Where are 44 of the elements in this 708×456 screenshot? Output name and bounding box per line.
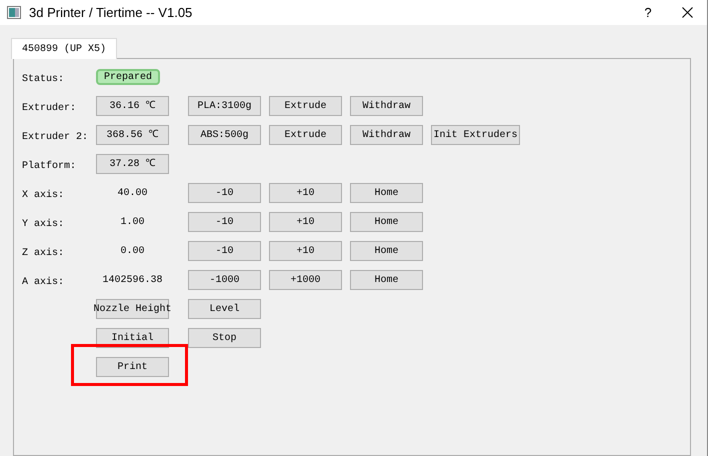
action-button[interactable]: Home [350, 241, 423, 261]
action-button[interactable]: Extrude [269, 96, 342, 116]
field-label: Extruder 2: [22, 132, 88, 143]
action-button[interactable]: Level [188, 299, 261, 319]
field-label: Y axis: [22, 219, 64, 230]
action-button[interactable]: -10 [188, 183, 261, 203]
axis-position: 1402596.38 [102, 274, 162, 288]
field-label: A axis: [22, 277, 64, 288]
close-icon[interactable] [682, 7, 693, 18]
field-label: Platform: [22, 161, 76, 172]
field-label: X axis: [22, 190, 64, 201]
field-label: Z axis: [22, 248, 64, 259]
action-button[interactable]: Print [96, 357, 169, 377]
action-button[interactable]: -1000 [188, 270, 261, 290]
axis-position: 40.00 [117, 186, 148, 200]
action-button[interactable]: -10 [188, 212, 261, 232]
axis-position: 1.00 [120, 216, 144, 230]
status-badge: Prepared [96, 69, 160, 85]
action-button[interactable]: Nozzle Height [96, 299, 169, 319]
temperature-field: 37.28 ℃ [96, 154, 169, 174]
field-label: Extruder: [22, 103, 76, 114]
action-button[interactable]: Withdraw [350, 125, 423, 145]
app-icon [7, 6, 21, 19]
action-button[interactable]: Home [350, 183, 423, 203]
action-button[interactable]: +1000 [269, 270, 342, 290]
action-button[interactable]: Stop [188, 328, 261, 348]
action-button[interactable]: Home [350, 270, 423, 290]
action-button[interactable]: Home [350, 212, 423, 232]
action-button[interactable]: ABS:500g [188, 125, 261, 145]
action-button[interactable]: +10 [269, 212, 342, 232]
action-button[interactable]: Withdraw [350, 96, 423, 116]
field-label: Status: [22, 74, 64, 85]
temperature-field: 36.16 ℃ [96, 96, 169, 116]
action-button[interactable]: Extrude [269, 125, 342, 145]
action-button[interactable]: +10 [269, 183, 342, 203]
tab[interactable]: 450899 (UP X5) [11, 38, 118, 59]
action-button[interactable]: PLA:3100g [188, 96, 261, 116]
action-button[interactable]: +10 [269, 241, 342, 261]
action-button[interactable]: -10 [188, 241, 261, 261]
temperature-field: 368.56 ℃ [96, 125, 169, 145]
axis-position: 0.00 [120, 244, 144, 258]
help-button[interactable]: ? [638, 2, 658, 22]
window-title: 3d Printer / Tiertime -- V1.05 [29, 4, 192, 22]
action-button[interactable]: Init Extruders [431, 125, 520, 145]
